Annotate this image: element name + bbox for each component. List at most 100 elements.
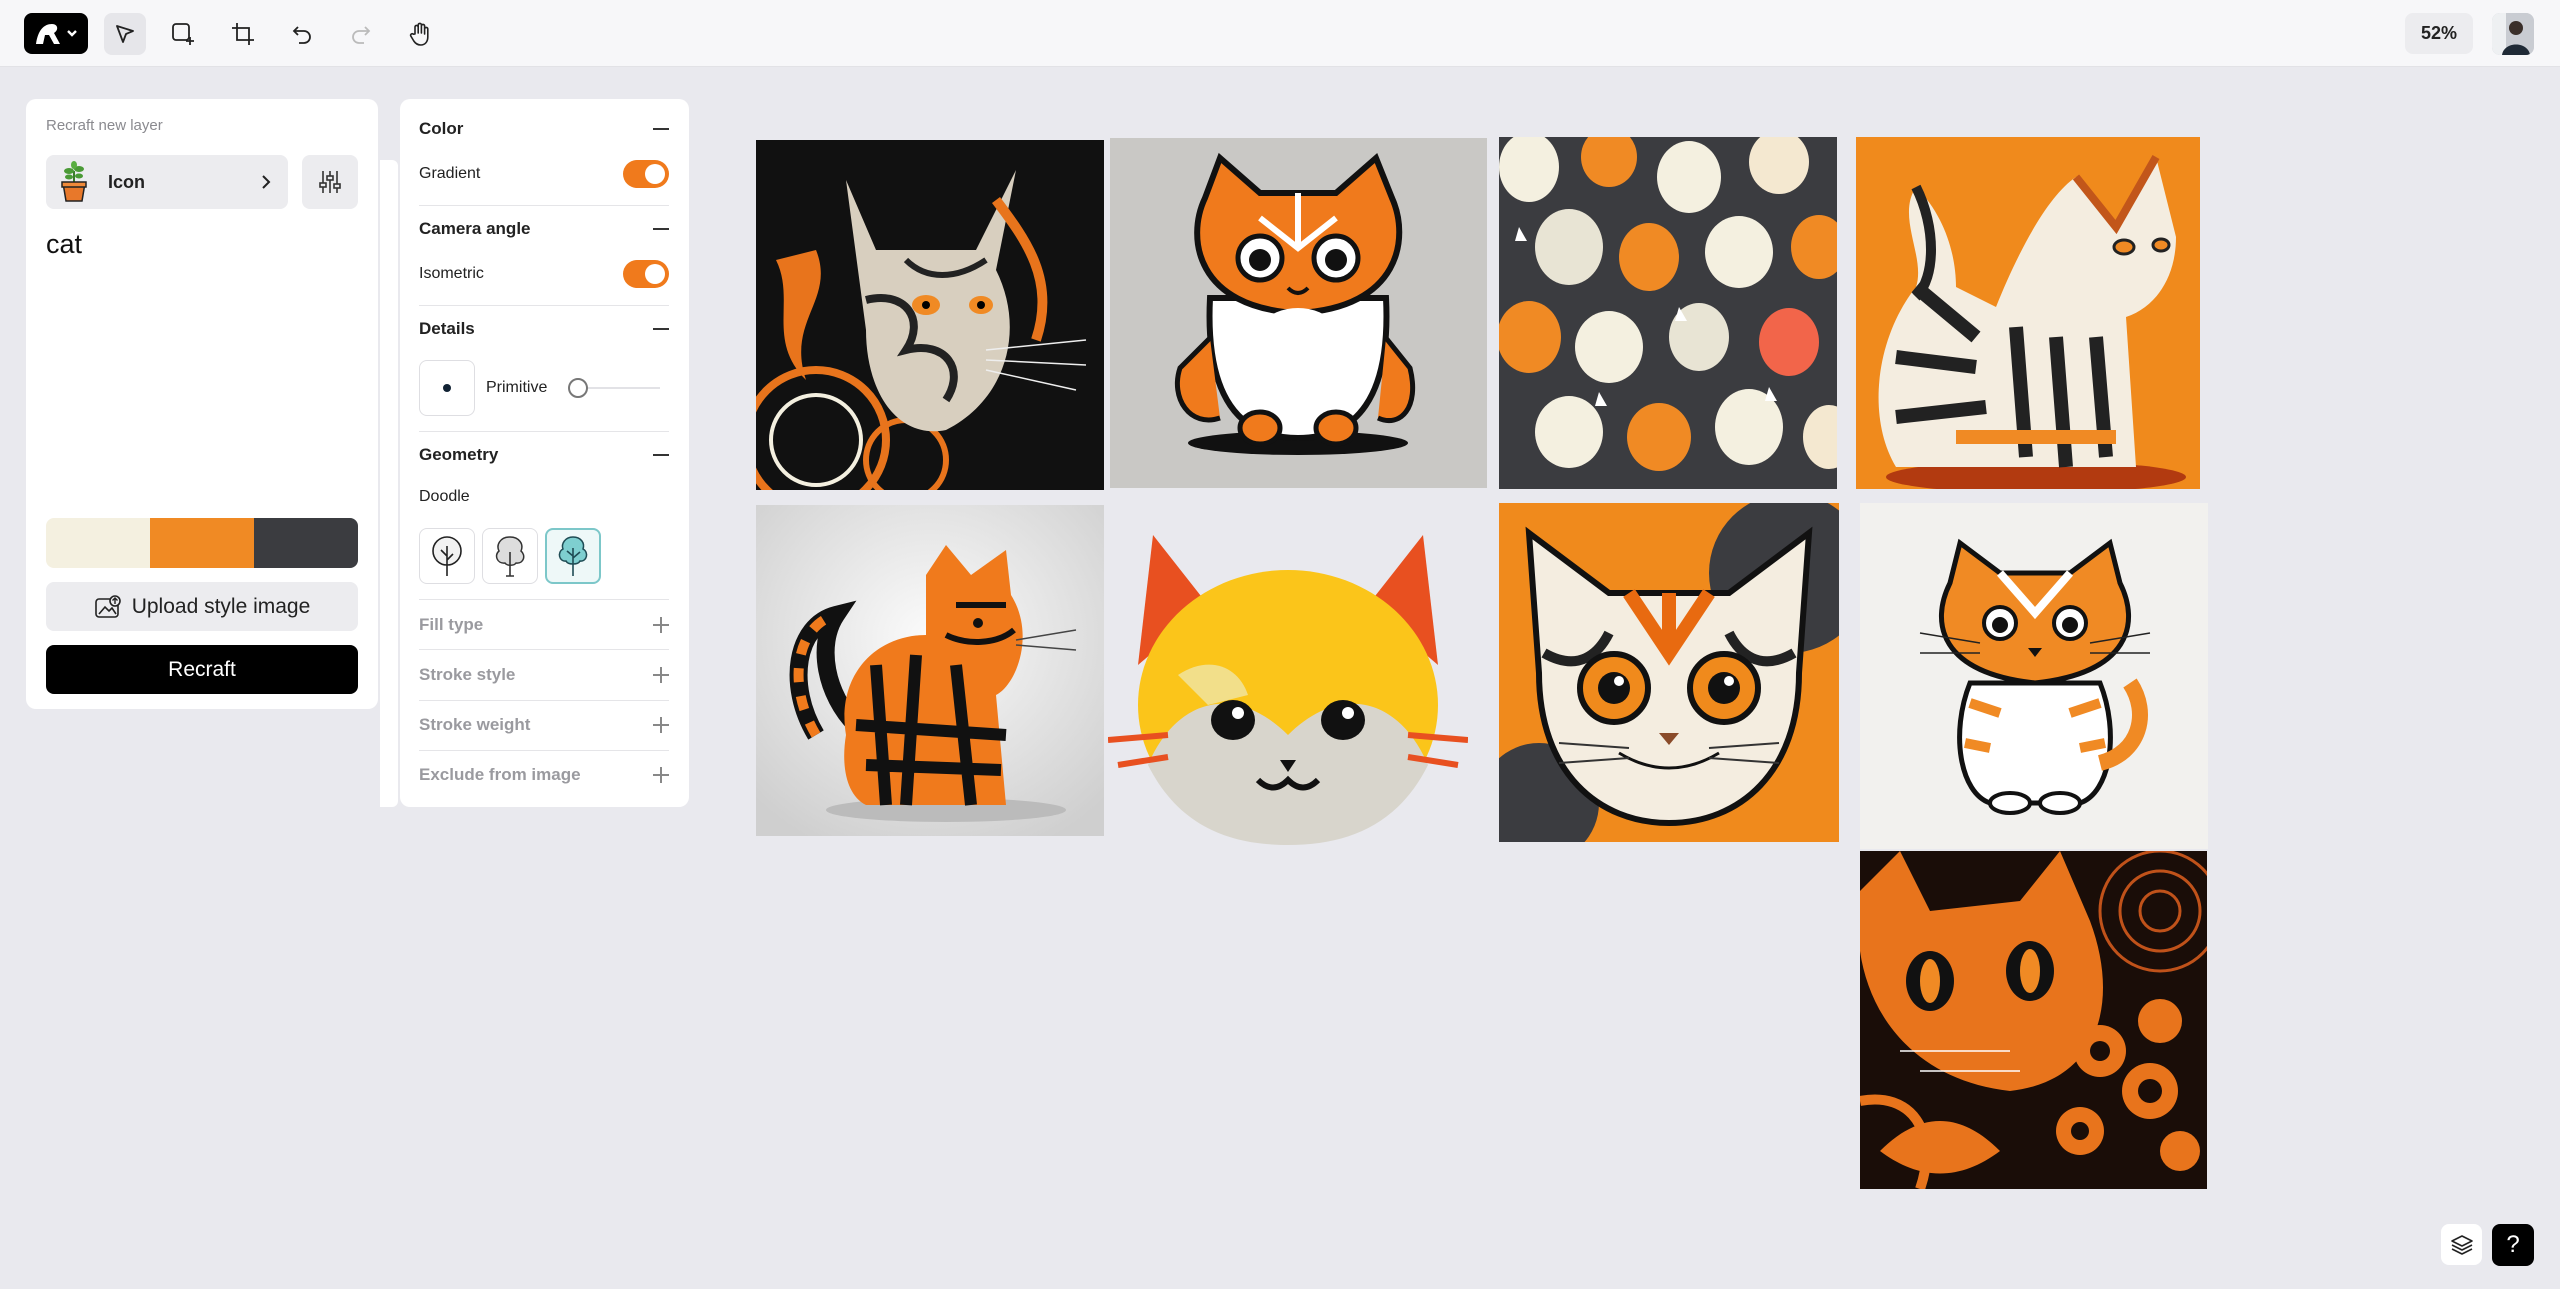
prompt-text[interactable]: cat — [46, 229, 82, 260]
camera-angle-section-header[interactable]: Camera angle — [419, 215, 669, 243]
stroke-style-section[interactable]: Stroke style — [419, 660, 669, 690]
divider — [419, 599, 669, 600]
layers-button[interactable] — [2441, 1224, 2482, 1265]
detail-preview — [419, 360, 475, 416]
user-avatar-image — [2492, 13, 2534, 55]
hand-icon — [409, 22, 429, 46]
generated-image-egg-pattern[interactable] — [1499, 137, 1837, 489]
graphic-cat-image — [1499, 503, 1839, 842]
color-section-header[interactable]: Color — [419, 115, 669, 143]
cartoon-cat-image — [1110, 138, 1487, 488]
layers-icon — [2450, 1234, 2473, 1255]
expand-icon[interactable] — [653, 767, 669, 783]
collapse-icon[interactable] — [653, 454, 669, 456]
color-section-title: Color — [419, 119, 464, 138]
fill-type-label: Fill type — [419, 615, 484, 634]
expand-icon[interactable] — [653, 667, 669, 683]
color-palette[interactable] — [46, 518, 358, 568]
plant-pot-icon — [54, 160, 94, 204]
sketch-tree-icon — [495, 536, 525, 577]
help-button[interactable]: ? — [2492, 1224, 2534, 1266]
add-frame-button[interactable] — [162, 13, 204, 55]
sliders-icon — [319, 171, 341, 193]
collapse-icon[interactable] — [653, 228, 669, 230]
expand-icon[interactable] — [653, 717, 669, 733]
zoom-level[interactable]: 52% — [2405, 13, 2473, 54]
egg-pattern-image — [1499, 137, 1837, 489]
divider — [419, 649, 669, 650]
generated-image-cartoon-cat[interactable] — [1110, 138, 1487, 488]
expand-icon[interactable] — [653, 617, 669, 633]
chevron-right-icon — [262, 175, 271, 189]
exclude-from-image-section[interactable]: Exclude from image — [419, 760, 669, 790]
crop-icon — [232, 23, 254, 45]
generated-image-flat-cat[interactable] — [1108, 525, 1468, 850]
palette-swatch[interactable] — [150, 518, 254, 568]
flat-cat-image — [1108, 525, 1468, 850]
upload-label: Upload style image — [131, 594, 311, 618]
stroke-weight-section[interactable]: Stroke weight — [419, 710, 669, 740]
camera-angle-title: Camera angle — [419, 219, 531, 238]
pattern-cat-image — [1860, 851, 2207, 1189]
upload-image-icon — [94, 594, 122, 619]
isometric-toggle[interactable] — [623, 260, 669, 288]
select-tool-button[interactable] — [104, 13, 146, 55]
crop-tool-button[interactable] — [222, 13, 264, 55]
panel-title: Recraft new layer — [46, 117, 163, 134]
top-toolbar: 52% — [0, 0, 2560, 67]
hand-tool-button[interactable] — [399, 13, 441, 55]
undo-icon — [292, 26, 311, 44]
settings-toggle-button[interactable] — [302, 155, 358, 209]
stroke-weight-label: Stroke weight — [419, 715, 531, 734]
divider — [419, 305, 669, 306]
redo-button[interactable] — [340, 13, 382, 55]
ornamental-cat-image — [756, 140, 1104, 490]
figurine-cat-image — [756, 505, 1104, 836]
geometry-option-2[interactable] — [482, 528, 538, 584]
style-select-button[interactable]: Icon — [46, 155, 288, 209]
geometric-cat-image — [1856, 137, 2200, 489]
generated-image-sketch-kitten[interactable] — [1860, 503, 2208, 849]
gradient-toggle[interactable] — [623, 160, 669, 188]
recraft-logo-icon — [36, 23, 77, 44]
generated-image-figurine-cat[interactable] — [756, 505, 1104, 836]
detailed-tree-icon — [558, 536, 588, 576]
palette-swatch[interactable] — [46, 518, 150, 568]
generated-image-pattern-cat[interactable] — [1860, 851, 2207, 1189]
exclude-from-image-label: Exclude from image — [419, 765, 581, 784]
divider — [419, 431, 669, 432]
avatar[interactable] — [2492, 13, 2534, 55]
settings-scrollbar[interactable] — [380, 160, 398, 807]
details-section-header[interactable]: Details — [419, 315, 669, 343]
cursor-icon — [116, 25, 134, 43]
divider — [419, 750, 669, 751]
divider — [419, 700, 669, 701]
primitive-slider-knob[interactable] — [568, 378, 588, 398]
doodle-label: Doodle — [419, 488, 470, 505]
geometry-section-header[interactable]: Geometry — [419, 441, 669, 469]
collapse-icon[interactable] — [653, 328, 669, 330]
style-label: Icon — [108, 171, 146, 192]
collapse-icon[interactable] — [653, 128, 669, 130]
stroke-style-label: Stroke style — [419, 665, 516, 684]
style-settings-panel: Color Gradient Camera angle Isometric De… — [400, 99, 689, 807]
details-title: Details — [419, 319, 475, 338]
generated-image-geometric-cat[interactable] — [1856, 137, 2200, 489]
generated-image-graphic-cat[interactable] — [1499, 503, 1839, 842]
geometry-option-1[interactable] — [419, 528, 475, 584]
undo-button[interactable] — [281, 13, 323, 55]
simple-tree-icon — [432, 536, 462, 576]
fill-type-section[interactable]: Fill type — [419, 610, 669, 640]
recraft-button[interactable]: Recraft — [46, 645, 358, 694]
isometric-label: Isometric — [419, 265, 484, 282]
add-frame-icon — [172, 23, 194, 45]
dot-icon — [443, 384, 451, 392]
gradient-label: Gradient — [419, 165, 481, 182]
upload-style-image-button[interactable]: Upload style image — [46, 582, 358, 631]
geometry-option-3[interactable] — [545, 528, 601, 584]
generated-image-ornamental-cat[interactable] — [756, 140, 1104, 490]
app-menu-button[interactable] — [24, 13, 88, 54]
palette-swatch[interactable] — [254, 518, 358, 568]
sketch-kitten-image — [1860, 503, 2208, 849]
redo-icon — [352, 26, 371, 44]
